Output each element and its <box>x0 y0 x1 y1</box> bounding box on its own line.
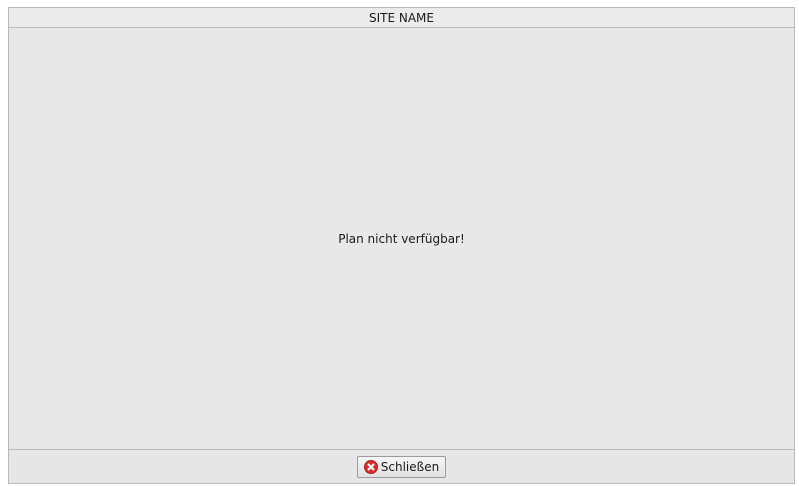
close-icon <box>363 459 378 474</box>
close-button-label: Schließen <box>380 459 440 474</box>
content-area: Plan nicht verfügbar! <box>9 28 794 450</box>
dialog-window: SITE NAME Plan nicht verfügbar! Schließe… <box>8 7 795 484</box>
button-bar: Schließen <box>9 449 794 483</box>
close-button[interactable]: Schließen <box>356 455 447 478</box>
window-title: SITE NAME <box>368 10 434 25</box>
status-message: Plan nicht verfügbar! <box>338 232 465 246</box>
title-bar: SITE NAME <box>9 8 794 28</box>
